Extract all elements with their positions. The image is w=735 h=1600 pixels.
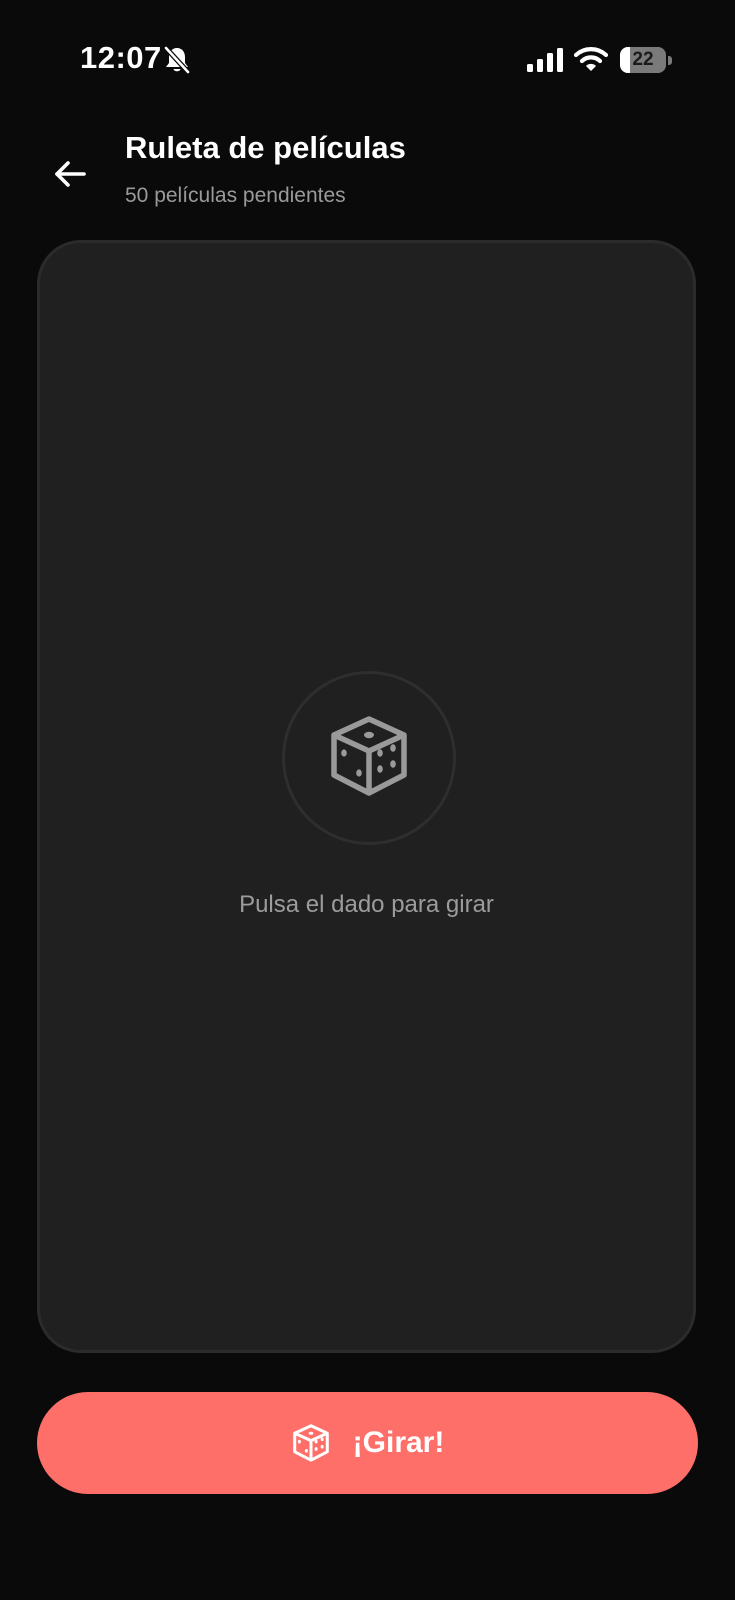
bell-off-icon [163, 45, 191, 75]
signal-icon [527, 48, 563, 72]
spin-button-label: ¡Girar! [352, 1426, 445, 1459]
pending-count: 50 películas pendientes [125, 184, 346, 207]
battery-body: 22 [620, 47, 666, 73]
dice-icon [291, 1423, 331, 1463]
status-bar: 12:07 22 [0, 0, 735, 120]
battery-level: 22 [632, 49, 654, 70]
dice-button[interactable] [282, 671, 456, 845]
roulette-card: Pulsa el dado para girar [37, 240, 696, 1353]
arrow-left-icon [53, 159, 87, 194]
spin-button[interactable]: ¡Girar! [37, 1392, 698, 1494]
page-title: Ruleta de películas [125, 130, 406, 165]
back-button[interactable] [44, 150, 96, 202]
battery-tip [668, 56, 672, 65]
battery-icon: 22 [620, 47, 672, 73]
status-time: 12:07 [80, 40, 162, 75]
wifi-icon [573, 46, 609, 72]
spin-hint: Pulsa el dado para girar [239, 891, 494, 918]
spin-button-content: ¡Girar! [291, 1423, 445, 1463]
dice-icon [326, 713, 412, 804]
